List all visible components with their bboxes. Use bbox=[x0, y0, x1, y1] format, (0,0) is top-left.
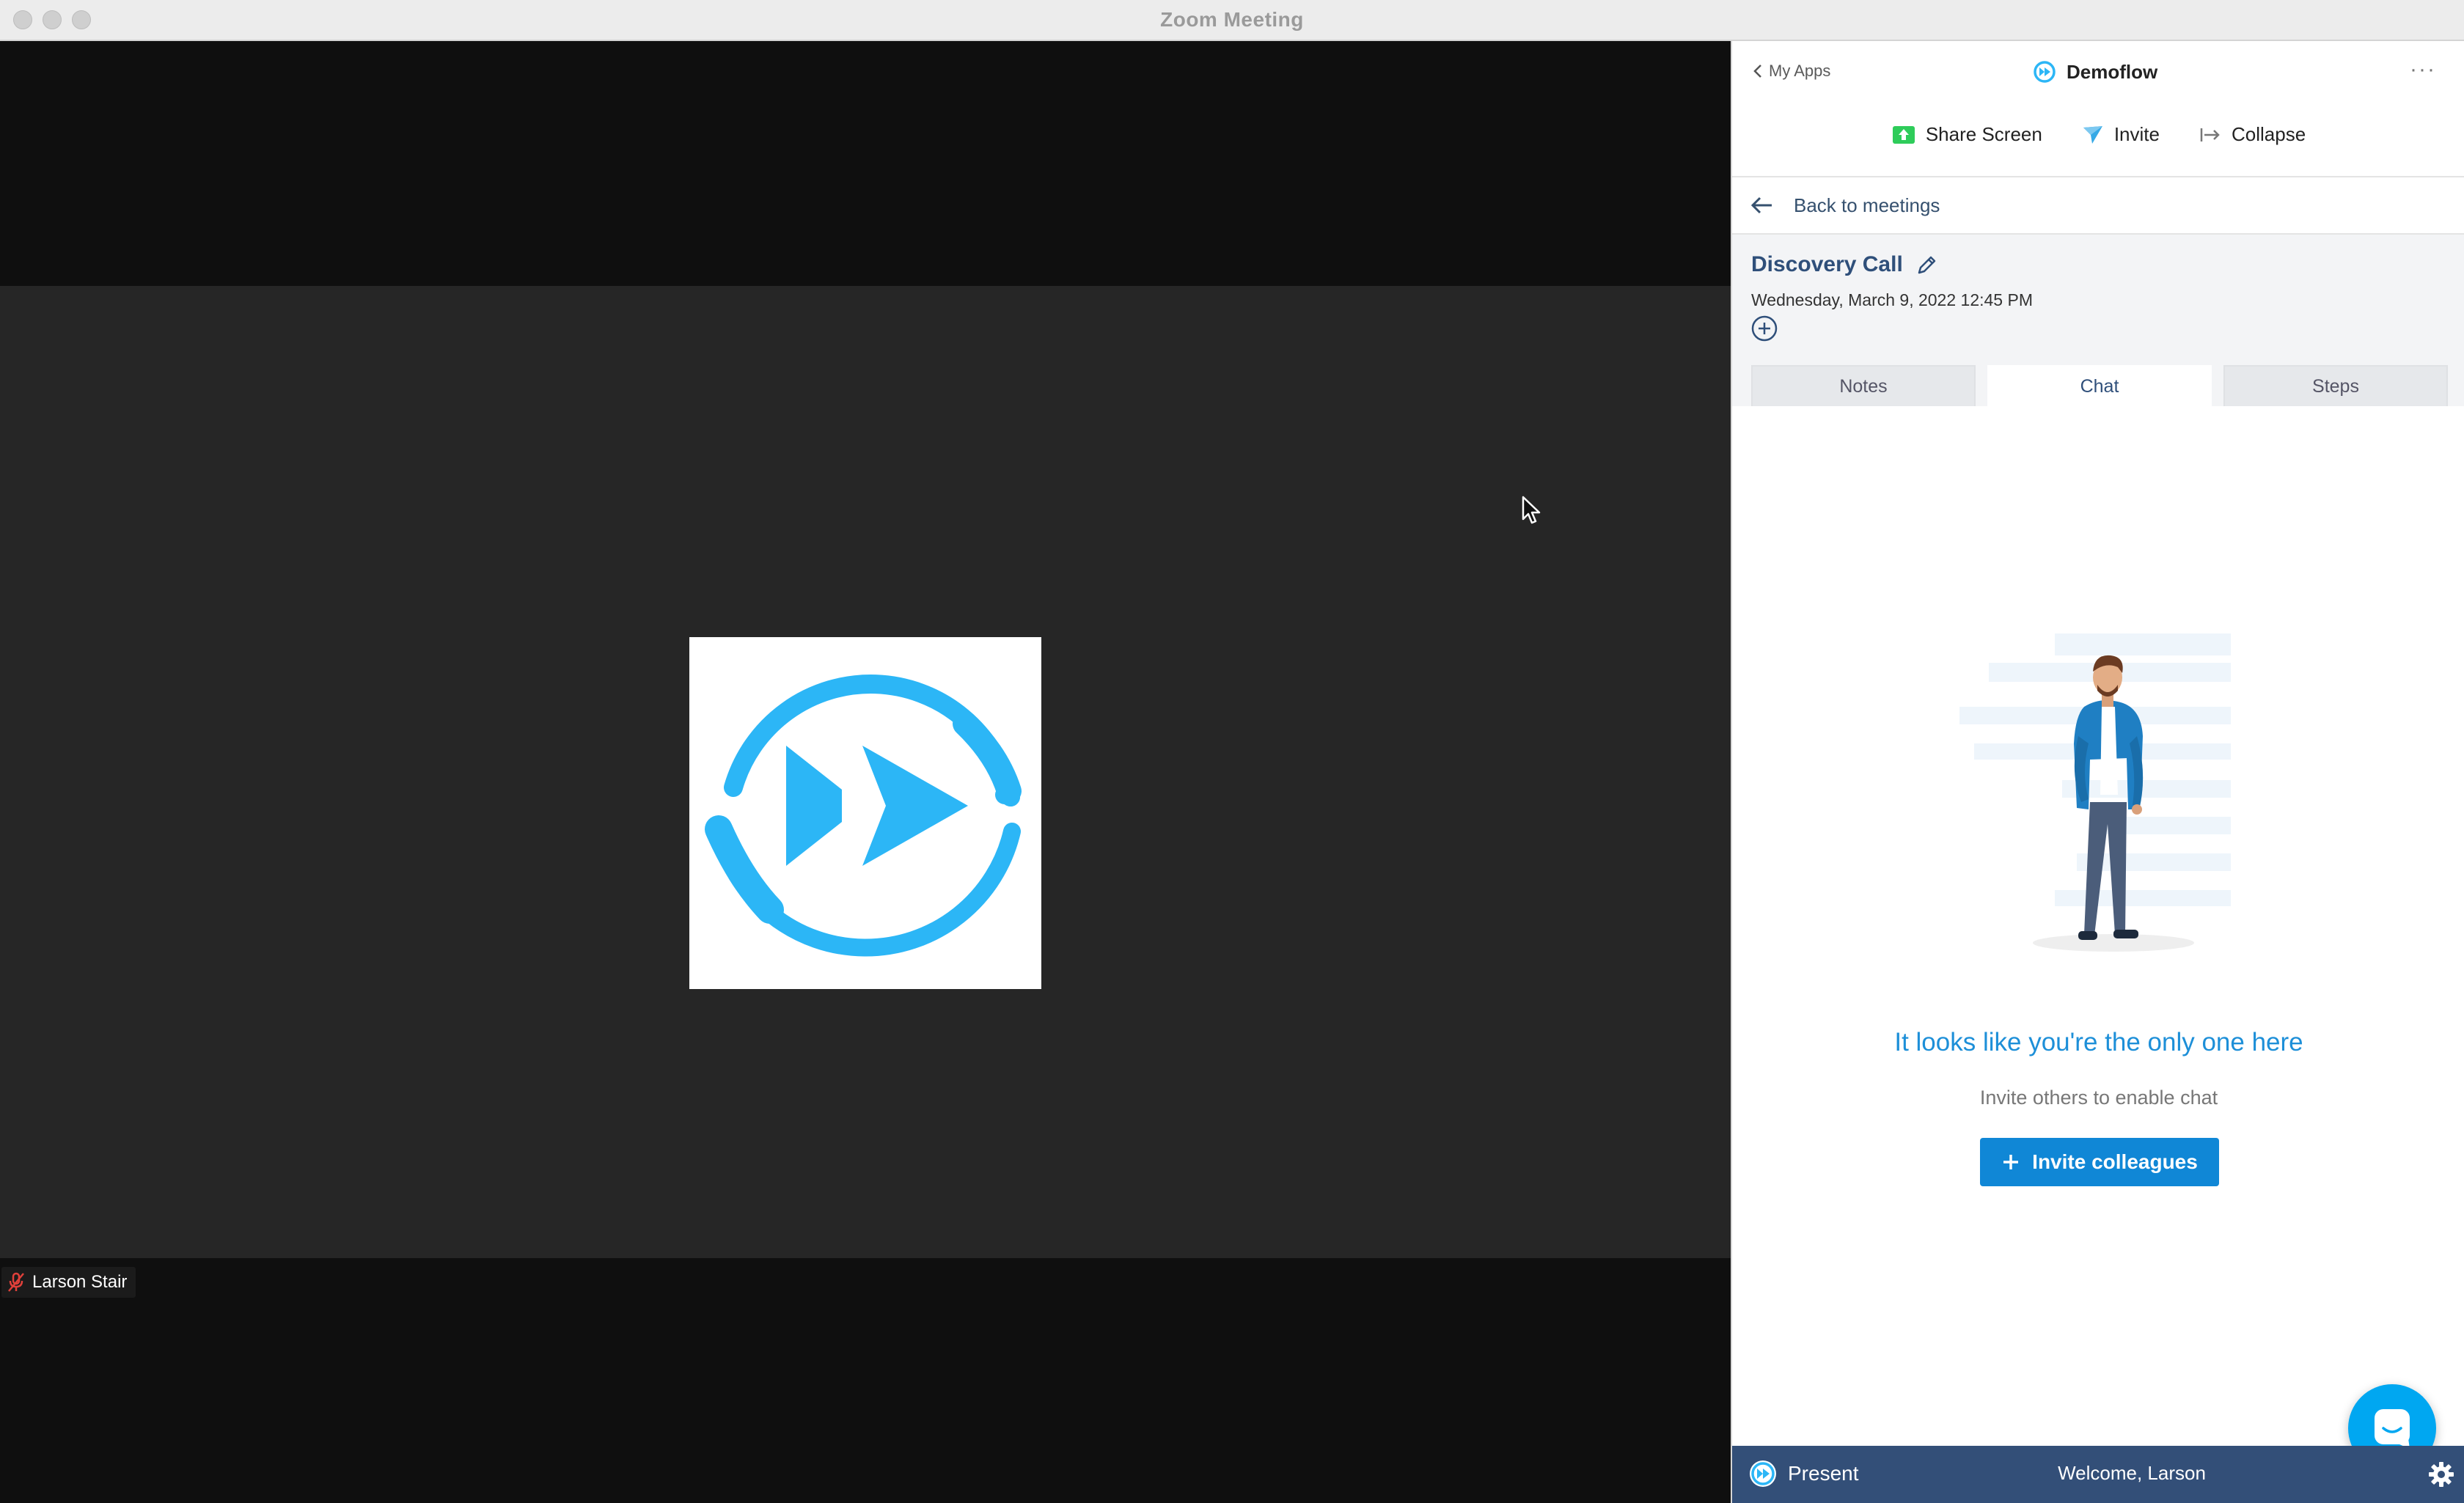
app-toolbar: Share Screen Invite Collapse bbox=[1732, 123, 2464, 146]
send-invite-icon bbox=[2083, 125, 2102, 144]
panel-header: My Apps Demoflow ··· Share Screen Invite… bbox=[1732, 41, 2464, 177]
panel-footer: Present Welcome, Larson bbox=[1732, 1446, 2464, 1503]
share-screen-button[interactable]: Share Screen bbox=[1892, 123, 2042, 146]
meeting-datetime: Wednesday, March 9, 2022 12:45 PM bbox=[1751, 290, 2033, 309]
my-apps-back-link[interactable]: My Apps bbox=[1753, 62, 1830, 81]
add-circle-icon[interactable] bbox=[1750, 314, 1779, 343]
panel-tabs: Notes Chat Steps bbox=[1751, 365, 2448, 406]
arrow-left-icon bbox=[1750, 196, 1772, 214]
window-title: Zoom Meeting bbox=[1160, 8, 1304, 31]
invite-colleagues-button[interactable]: Invite colleagues bbox=[1980, 1138, 2219, 1186]
gear-icon[interactable] bbox=[2427, 1460, 2455, 1488]
participant-name-tag: Larson Stair bbox=[1, 1267, 136, 1298]
tab-chat[interactable]: Chat bbox=[1987, 365, 2212, 406]
invite-button[interactable]: Invite bbox=[2082, 123, 2160, 146]
invite-label: Invite bbox=[2113, 123, 2160, 145]
share-screen-icon bbox=[1892, 125, 1915, 144]
title-bar: Zoom Meeting bbox=[0, 0, 2464, 41]
mouse-cursor-icon bbox=[1522, 496, 1541, 524]
empty-state-subtitle: Invite others to enable chat bbox=[1979, 1087, 2218, 1109]
chevron-left-icon bbox=[1753, 65, 1761, 78]
participant-name: Larson Stair bbox=[32, 1272, 128, 1292]
collapse-arrow-icon bbox=[2200, 128, 2220, 142]
demoflow-app-panel: My Apps Demoflow ··· Share Screen Invite… bbox=[1731, 41, 2464, 1503]
empty-state-title: It looks like you're the only one here bbox=[1894, 1028, 2303, 1056]
meeting-title: Discovery Call bbox=[1751, 252, 1903, 276]
plus-icon bbox=[2003, 1155, 2019, 1169]
edit-pencil-icon[interactable] bbox=[1916, 254, 1938, 276]
meeting-info: Discovery Call Wednesday, March 9, 2022 … bbox=[1732, 235, 2464, 406]
demoflow-logo-avatar bbox=[689, 637, 1041, 989]
chat-bubble-icon bbox=[2375, 1409, 2410, 1449]
my-apps-label: My Apps bbox=[1769, 62, 1831, 80]
video-area: Larson Stair bbox=[0, 41, 1731, 1503]
back-to-meetings-label: Back to meetings bbox=[1794, 194, 1940, 216]
meeting-title-row: Discovery Call bbox=[1751, 252, 1938, 277]
zoom-window-button[interactable] bbox=[72, 10, 91, 29]
app-brand: Demoflow bbox=[2033, 60, 2157, 84]
person-standing-illustration bbox=[1959, 633, 2231, 952]
welcome-message: Welcome, Larson bbox=[2058, 1462, 2206, 1484]
muted-mic-icon bbox=[8, 1272, 24, 1292]
zoom-window: Zoom Meeting Larson Stair My Apps Demofl… bbox=[0, 0, 2464, 1503]
back-to-meetings-link[interactable]: Back to meetings bbox=[1732, 177, 2464, 235]
tab-notes[interactable]: Notes bbox=[1751, 365, 1976, 406]
close-window-button[interactable] bbox=[13, 10, 32, 29]
share-screen-label: Share Screen bbox=[1925, 123, 2042, 145]
collapse-label: Collapse bbox=[2231, 123, 2306, 145]
demoflow-logo-icon bbox=[2034, 61, 2056, 83]
collapse-button[interactable]: Collapse bbox=[2199, 123, 2306, 146]
tab-steps[interactable]: Steps bbox=[2223, 365, 2448, 406]
invite-colleagues-label: Invite colleagues bbox=[2032, 1150, 2198, 1173]
demoflow-logo-icon bbox=[705, 675, 1022, 957]
app-name: Demoflow bbox=[2067, 60, 2158, 83]
chat-empty-state: It looks like you're the only one here I… bbox=[1732, 406, 2464, 1472]
minimize-window-button[interactable] bbox=[43, 10, 62, 29]
more-options-button[interactable]: ··· bbox=[2410, 57, 2436, 82]
